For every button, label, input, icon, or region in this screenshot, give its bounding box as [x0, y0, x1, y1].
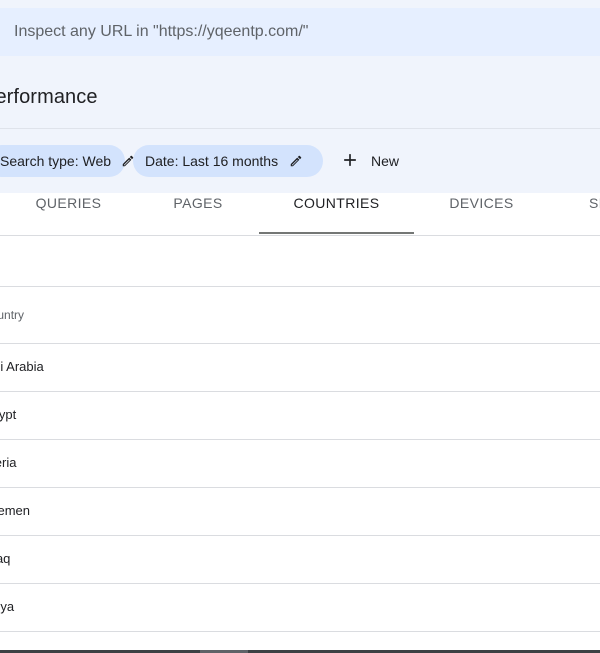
dimension-tabs: QUERIES PAGES COUNTRIES DEVICES SEARCH A… — [0, 193, 600, 236]
table-row[interactable]: Yemen — [0, 487, 600, 535]
pencil-icon[interactable] — [289, 154, 303, 168]
page-title: Performance — [0, 86, 98, 108]
table-row[interactable]: Iraq — [0, 535, 600, 583]
row-divider — [0, 631, 600, 632]
tab-search-appearance[interactable]: SEARCH APPEARANCE — [549, 193, 600, 234]
tab-devices[interactable]: DEVICES — [414, 193, 549, 234]
search-type-filter-chip[interactable]: Search type: Web — [0, 145, 134, 177]
country-cell: Iraq — [0, 551, 11, 566]
table-row[interactable]: Algeria — [0, 439, 600, 487]
search-type-chip-label: Search type: Web — [0, 153, 112, 169]
tab-countries[interactable]: COUNTRIES — [259, 193, 414, 234]
new-filter-button[interactable]: New — [340, 148, 399, 174]
table-row[interactable]: Egypt — [0, 391, 600, 439]
tab-pages[interactable]: PAGES — [137, 193, 259, 234]
toolbar-divider — [0, 286, 600, 287]
date-range-filter-chip[interactable]: Date: Last 16 months — [133, 145, 323, 177]
country-cell: Libya — [0, 599, 15, 614]
header-divider — [0, 128, 600, 129]
plus-icon — [340, 150, 360, 173]
country-cell: Algeria — [0, 455, 17, 470]
country-cell: Yemen — [0, 503, 30, 518]
country-cell: Saudi Arabia — [0, 359, 44, 374]
url-inspection-search-bar[interactable]: Inspect any URL in "https://yqeentp.com/… — [0, 8, 600, 56]
table-row[interactable]: Libya — [0, 583, 600, 631]
table-row[interactable]: Saudi Arabia — [0, 343, 600, 391]
country-cell: Egypt — [0, 407, 17, 422]
tab-queries[interactable]: QUERIES — [0, 193, 137, 234]
date-chip-label: Date: Last 16 months — [145, 153, 279, 169]
active-tab-indicator — [259, 232, 414, 234]
new-filter-label: New — [371, 153, 400, 169]
column-header-country[interactable]: Country — [0, 308, 24, 322]
search-placeholder: Inspect any URL in "https://yqeentp.com/… — [14, 23, 309, 40]
